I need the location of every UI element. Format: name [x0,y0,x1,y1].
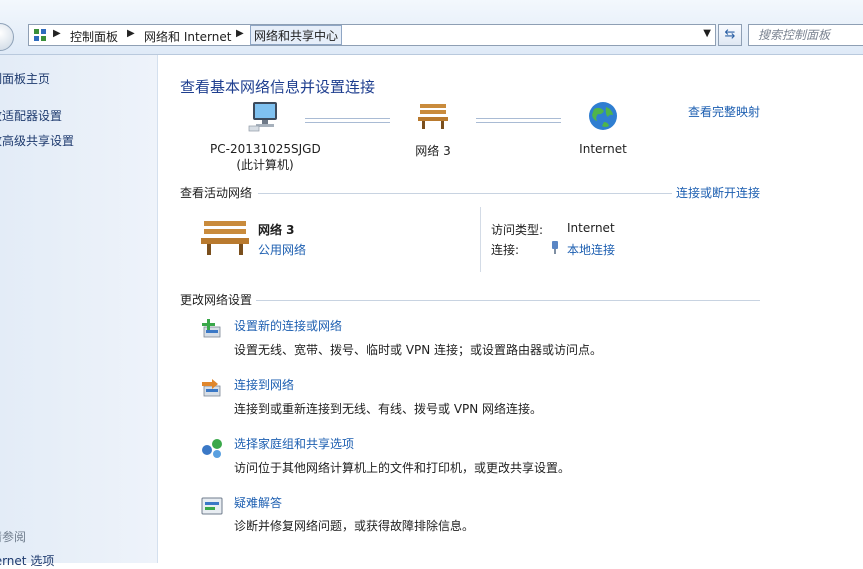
see-also-heading: 请参阅 [0,530,27,544]
breadcrumb-control-panel[interactable]: 控制面板 [70,28,118,45]
task-troubleshoot-desc: 诊断并修复网络问题，或获得故障排除信息。 [234,519,475,533]
refresh-icon: ⇆ [724,27,736,42]
local-connection-link[interactable]: 本地连接 [567,241,615,258]
breadcrumb-network-sharing-center[interactable]: 网络和共享中心 [250,25,343,45]
troubleshoot-icon [200,494,224,518]
bench-icon [198,217,252,257]
back-button[interactable] [0,23,14,51]
map-network[interactable]: 网络 3 [403,100,463,159]
computer-icon [248,100,282,132]
task-troubleshoot-link[interactable]: 疑难解答 [234,494,282,511]
address-bar[interactable]: ▶ 控制面板 ▶ 网络和 Internet ▶ 网络和共享中心 ▼ [28,24,716,46]
map-computer[interactable]: PC-20131025SJGD (此计算机) [210,100,321,173]
active-networks-heading: 查看活动网络 [180,186,253,200]
refresh-button[interactable]: ⇆ [718,24,742,46]
breadcrumb-network-internet[interactable]: 网络和 Internet [144,28,231,45]
view-full-map-link[interactable]: 查看完整映射 [688,103,760,120]
nav-change-advanced-sharing[interactable]: 改高级共享设置 [0,132,74,149]
task-homegroup-sharing-desc: 访问位于其他网络计算机上的文件和打印机，或更改共享设置。 [234,461,571,475]
globe-icon [586,100,620,132]
computer-name: PC-20131025SJGD [210,142,321,156]
nav-change-adapter-settings[interactable]: 改适配器设置 [0,107,62,124]
breadcrumb-chevron-icon[interactable]: ▶ [236,28,244,39]
map-network-name: 网络 3 [415,144,451,158]
search-input[interactable]: 搜索控制面板 [748,24,863,46]
homegroup-icon [200,435,224,459]
connect-network-icon [200,376,224,400]
section-divider [258,193,672,194]
task-setup-new-connection-link[interactable]: 设置新的连接或网络 [234,317,342,334]
map-internet[interactable]: Internet [573,100,633,156]
task-setup-new-connection-desc: 设置无线、宽带、拨号、临时或 VPN 连接；或设置路由器或访问点。 [234,343,603,357]
new-connection-icon [200,317,224,341]
access-type-label: 访问类型: [491,223,544,237]
page-title: 查看基本网络信息并设置连接 [180,78,376,96]
chevron-down-icon[interactable]: ▼ [703,28,711,39]
breadcrumb-chevron-icon[interactable]: ▶ [53,28,61,39]
control-panel-icon [33,28,47,42]
map-connector-line [305,118,390,123]
vertical-divider [480,207,481,272]
active-network-name: 网络 3 [258,223,295,237]
nav-internet-options[interactable]: ternet 选项 [0,552,54,569]
map-internet-label: Internet [579,142,627,156]
nav-control-panel-home[interactable]: 制面板主页 [0,70,50,87]
section-divider [256,300,760,301]
ethernet-icon [550,240,560,254]
task-connect-to-network-desc: 连接到或重新连接到无线、有线、拨号或 VPN 网络连接。 [234,402,543,416]
main-content: 查看基本网络信息并设置连接 查看完整映射 PC-20131025SJGD (此计… [158,55,863,563]
task-homegroup-sharing-link[interactable]: 选择家庭组和共享选项 [234,435,354,452]
navigation-pane: 制面板主页 改适配器设置 改高级共享设置 请参阅 ternet 选项 [0,55,158,568]
task-connect-to-network-link[interactable]: 连接到网络 [234,376,294,393]
connection-label: 连接: [491,243,520,257]
change-settings-heading: 更改网络设置 [180,293,253,307]
connect-disconnect-link[interactable]: 连接或断开连接 [676,184,760,201]
toolbar: ▶ 控制面板 ▶ 网络和 Internet ▶ 网络和共享中心 ▼ ⇆ 搜索控制… [0,0,863,55]
network-location-link[interactable]: 公用网络 [258,241,306,258]
bench-icon [416,100,450,132]
map-connector-line [476,118,561,123]
breadcrumb-chevron-icon[interactable]: ▶ [127,28,135,39]
access-type-value: Internet [567,221,615,235]
computer-subtitle: (此计算机) [236,158,294,172]
